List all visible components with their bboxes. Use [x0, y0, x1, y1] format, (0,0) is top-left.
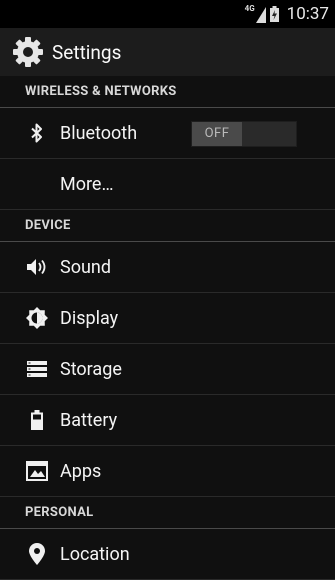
- settings-item-label: Battery: [60, 409, 118, 431]
- page-title: Settings: [52, 40, 122, 64]
- settings-item-label: More…: [60, 173, 114, 195]
- apps-icon: [25, 459, 49, 483]
- settings-item-storage[interactable]: Storage: [0, 344, 335, 395]
- settings-item-location[interactable]: Location: [0, 529, 335, 580]
- settings-item-label: Bluetooth: [60, 122, 138, 144]
- settings-item-label: Sound: [60, 256, 111, 278]
- battery-icon: [25, 408, 49, 432]
- settings-item-label: Apps: [60, 460, 102, 482]
- settings-item-more[interactable]: More…: [0, 159, 335, 210]
- location-pin-icon: [25, 542, 49, 566]
- speaker-icon: [25, 255, 49, 279]
- settings-item-label: Display: [60, 307, 119, 329]
- section-header-personal: PERSONAL: [0, 497, 335, 529]
- section-header-wireless: WIRELESS & NETWORKS: [0, 76, 335, 108]
- settings-item-battery[interactable]: Battery: [0, 395, 335, 446]
- settings-gear-icon[interactable]: [12, 36, 44, 68]
- battery-status-icon: [269, 6, 279, 22]
- section-header-device: DEVICE: [0, 210, 335, 242]
- storage-icon: [25, 357, 49, 381]
- signal-indicator: 4G: [245, 5, 266, 23]
- toggle-state: OFF: [192, 122, 242, 146]
- bluetooth-toggle[interactable]: OFF: [191, 121, 297, 147]
- network-type: 4G: [244, 4, 255, 13]
- settings-item-apps[interactable]: Apps: [0, 446, 335, 497]
- brightness-icon: [25, 306, 49, 330]
- settings-item-display[interactable]: Display: [0, 293, 335, 344]
- clock: 10:37: [286, 4, 329, 24]
- settings-item-sound[interactable]: Sound: [0, 242, 335, 293]
- settings-item-label: Storage: [60, 358, 122, 380]
- settings-item-bluetooth[interactable]: Bluetooth OFF: [0, 108, 335, 159]
- status-bar: 4G 10:37: [0, 0, 335, 28]
- action-bar: Settings: [0, 28, 335, 76]
- bluetooth-icon: [25, 121, 49, 145]
- signal-icon: [255, 7, 266, 23]
- settings-item-label: Location: [60, 543, 130, 565]
- settings-list: WIRELESS & NETWORKS Bluetooth OFF More… …: [0, 76, 335, 580]
